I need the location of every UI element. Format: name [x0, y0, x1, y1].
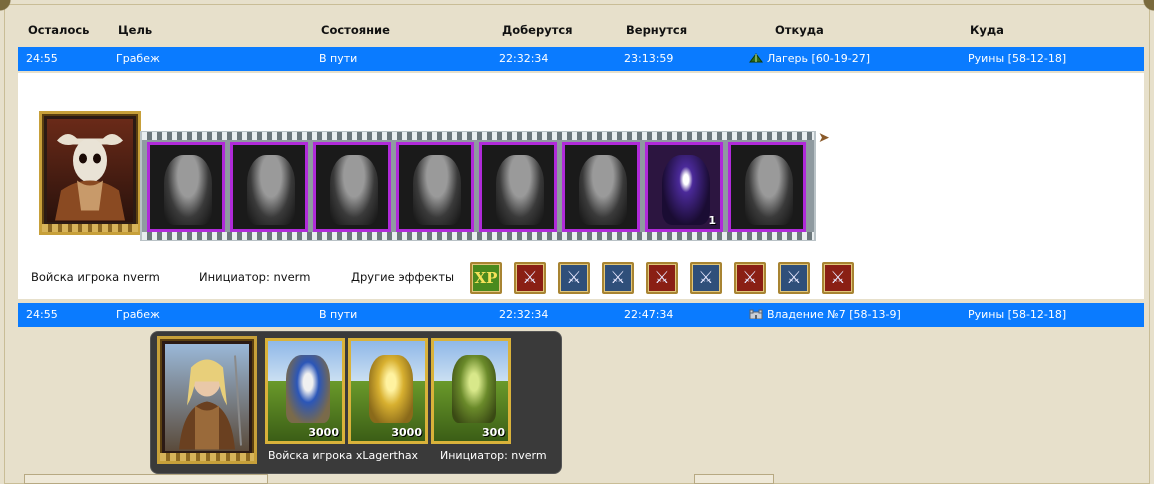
- strip-skull-border-bottom: [142, 232, 814, 240]
- column-header-return[interactable]: Вернутся: [626, 23, 687, 37]
- cell-arrive: 22:32:34: [499, 308, 549, 321]
- banshee-unit-icon: [579, 155, 627, 225]
- column-header-arrive[interactable]: Доберутся: [502, 23, 573, 37]
- bottom-panel-right: [694, 474, 774, 484]
- skull-helmet-hero-portrait: [47, 119, 133, 222]
- hero-frame-gems: [160, 453, 254, 461]
- hero-image: [179, 355, 242, 450]
- popup-player-troops-label: Войска игрока xLagerthax: [268, 449, 419, 462]
- player-troops-label: Войска игрока nverm: [31, 270, 160, 284]
- red-sword-icon[interactable]: ⚔: [734, 262, 766, 294]
- cell-to[interactable]: Руины [58-12-18]: [968, 52, 1066, 65]
- peasant-donkey-unit-icon: [286, 355, 330, 423]
- hero-portrait-frame[interactable]: [39, 111, 141, 235]
- bottom-panel-left: [24, 474, 268, 484]
- unit-slot-6[interactable]: [562, 142, 640, 232]
- lich-unit-icon: [745, 155, 793, 225]
- cell-from[interactable]: Лагерь [60-19-27]: [749, 52, 870, 65]
- cell-arrive: 22:32:34: [499, 52, 549, 65]
- death-knight-unit-icon: [247, 155, 295, 225]
- unit-slot-1[interactable]: 3000: [265, 338, 345, 444]
- cell-remaining: 24:55: [26, 52, 58, 65]
- cell-from[interactable]: Владение №7 [58-13-9]: [749, 308, 901, 321]
- unit-slot-3[interactable]: [313, 142, 391, 232]
- unit-slot-8[interactable]: [728, 142, 806, 232]
- dark-knight-unit-icon: [496, 155, 544, 225]
- ornament-corner-left: [0, 0, 26, 22]
- castle-icon: [749, 309, 763, 319]
- cell-goal: Грабеж: [116, 308, 160, 321]
- column-header-state[interactable]: Состояние: [321, 23, 390, 37]
- unit-slot-4[interactable]: [396, 142, 474, 232]
- hero-frame-gems: [42, 224, 138, 232]
- column-header-to[interactable]: Куда: [970, 23, 1004, 37]
- sword-icon[interactable]: ⚔: [690, 262, 722, 294]
- army-unit-strip: 1: [140, 131, 816, 241]
- reaper-unit-icon: [662, 155, 710, 225]
- ghoul-unit-icon: [164, 155, 212, 225]
- cell-goal: Грабеж: [116, 52, 160, 65]
- bone-dragon-rider-unit-icon: [330, 155, 378, 225]
- cell-to[interactable]: Руины [58-12-18]: [968, 308, 1066, 321]
- unit-slot-2[interactable]: 3000: [348, 338, 428, 444]
- xp-icon[interactable]: XP: [470, 262, 502, 294]
- cell-state: В пути: [319, 308, 358, 321]
- sword-icon[interactable]: ⚔: [602, 262, 634, 294]
- table-row[interactable]: 24:55 Грабеж В пути 22:32:34 22:47:34 Вл…: [18, 303, 1144, 327]
- column-header-goal[interactable]: Цель: [118, 23, 152, 37]
- unit-slot-7[interactable]: 1: [645, 142, 723, 232]
- cell-from-text: Владение №7 [58-13-9]: [767, 308, 901, 321]
- unit-slot-1[interactable]: [147, 142, 225, 232]
- table-header: Осталось Цель Состояние Доберутся Вернут…: [18, 20, 1146, 42]
- sword-icon[interactable]: ⚔: [778, 262, 810, 294]
- ornament-corner-right: [1128, 0, 1154, 22]
- druid-unit-icon: [452, 355, 496, 423]
- unit-slot-3[interactable]: 300: [431, 338, 511, 444]
- bone-dragon-unit-icon: [413, 155, 461, 225]
- unit-slot-5[interactable]: [479, 142, 557, 232]
- hero-portrait-frame[interactable]: [157, 336, 257, 464]
- table-row[interactable]: 24:55 Грабеж В пути 22:32:34 23:13:59 Ла…: [18, 47, 1144, 71]
- red-sword-icon[interactable]: ⚔: [646, 262, 678, 294]
- column-header-remaining[interactable]: Осталось: [28, 23, 89, 37]
- cell-state: В пути: [319, 52, 358, 65]
- other-effects-label: Другие эффекты: [351, 270, 455, 284]
- initiator-label: Инициатор: nverm: [199, 270, 311, 284]
- cell-return: 23:13:59: [624, 52, 674, 65]
- army-tooltip-popup: 3000 3000 300 Войска игрока xLagerthax И…: [150, 331, 562, 474]
- strip-handle-icon[interactable]: ➤: [818, 130, 834, 146]
- red-sword-icon[interactable]: ⚔: [822, 262, 854, 294]
- cell-return: 22:47:34: [624, 308, 674, 321]
- cell-from-text: Лагерь [60-19-27]: [767, 52, 871, 65]
- strip-skull-border-top: [142, 132, 814, 140]
- cell-remaining: 24:55: [26, 308, 58, 321]
- popup-initiator-label: Инициатор: nverm: [440, 449, 547, 462]
- camp-tent-icon: [749, 53, 763, 63]
- archer-heroine-portrait: [165, 344, 249, 451]
- unit-slot-2[interactable]: [230, 142, 308, 232]
- red-sword-icon[interactable]: ⚔: [514, 262, 546, 294]
- column-header-from[interactable]: Откуда: [775, 23, 824, 37]
- hero-image: [55, 133, 125, 221]
- sword-icon[interactable]: ⚔: [558, 262, 590, 294]
- cavalier-unit-icon: [369, 355, 413, 423]
